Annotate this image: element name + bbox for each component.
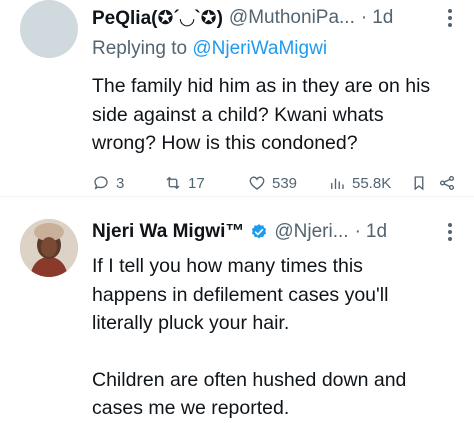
view-count: 55.8K xyxy=(352,174,392,192)
tweet-paragraph: Children are often hushed down and cases… xyxy=(92,368,407,420)
author-name[interactable]: PeQlia(✪´◡`✪) xyxy=(92,7,223,30)
timestamp[interactable]: 1d xyxy=(372,7,393,29)
retweet-count: 17 xyxy=(188,174,205,192)
heart-icon xyxy=(249,176,265,190)
retweet-button[interactable]: 17 xyxy=(164,170,205,196)
share-icon xyxy=(439,175,455,191)
more-icon[interactable] xyxy=(440,6,460,30)
retweet-icon xyxy=(166,176,180,190)
mention-link[interactable]: @NjeriWaMigwi xyxy=(192,38,327,59)
replying-prefix: Replying to xyxy=(92,38,193,59)
tweet-actions: 3 17 539 55.8K xyxy=(92,170,462,196)
like-button[interactable]: 539 xyxy=(248,170,297,196)
reply-button[interactable]: 3 xyxy=(92,170,124,196)
reply-count: 3 xyxy=(116,174,125,192)
tweet-text: The family hid him as in they are on his… xyxy=(92,72,442,158)
avatar[interactable] xyxy=(20,0,78,58)
bookmark-icon xyxy=(414,176,424,191)
tweet-paragraph: The family hid him as in they are on his… xyxy=(92,75,431,154)
share-button[interactable] xyxy=(438,170,456,196)
author-handle[interactable]: @Njeri... xyxy=(274,221,348,243)
separator: · xyxy=(360,7,368,28)
like-count: 539 xyxy=(272,174,298,192)
views-button[interactable]: 55.8K xyxy=(328,170,391,196)
separator: · xyxy=(354,221,361,242)
author-name[interactable]: Njeri Wa Migwi™ xyxy=(92,221,244,243)
tweet-paragraph: If I tell you how many times this happen… xyxy=(92,255,389,334)
tweet-header: PeQlia(✪´◡`✪) @MuthoniPa... · 1d xyxy=(92,4,393,32)
tweet-header: Njeri Wa Migwi™ @Njeri... · 1d xyxy=(92,218,387,246)
timestamp[interactable]: 1d xyxy=(366,221,387,243)
bookmark-button[interactable] xyxy=(410,170,428,196)
verified-badge-icon xyxy=(252,224,267,239)
replying-to: Replying to @NjeriWaMigwi xyxy=(92,38,327,60)
views-icon xyxy=(331,178,344,189)
author-handle[interactable]: @MuthoniPa... xyxy=(229,7,355,29)
more-icon[interactable] xyxy=(440,220,460,244)
reply-icon xyxy=(94,176,108,190)
avatar[interactable] xyxy=(20,219,78,277)
tweet-text: If I tell you how many times this happen… xyxy=(92,252,442,423)
profile-photo xyxy=(20,219,78,277)
